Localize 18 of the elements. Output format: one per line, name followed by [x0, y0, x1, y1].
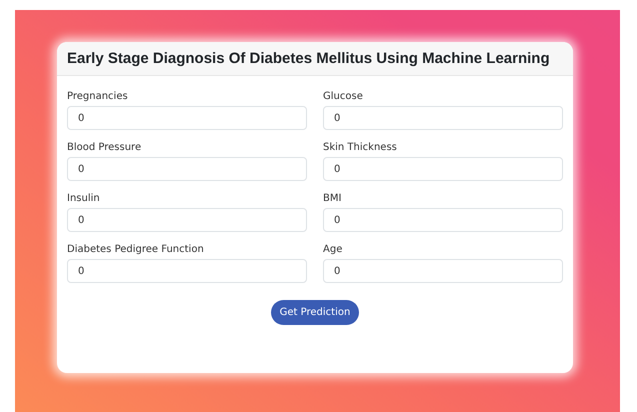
get-prediction-button[interactable]: Get Prediction	[270, 300, 360, 325]
input-field[interactable]: 0	[323, 208, 563, 232]
input-field[interactable]: 0	[323, 157, 563, 181]
card-title: Early Stage Diagnosis Of Diabetes Mellitus Using Machine Learning	[67, 50, 550, 67]
input-field[interactable]: 0	[67, 157, 307, 181]
field-label: Diabetes Pedigree Function	[67, 243, 205, 256]
field-label: Age	[323, 243, 344, 256]
input-field[interactable]: 0	[67, 259, 307, 283]
input-field[interactable]: 0	[67, 208, 307, 232]
field-label: Insulin	[67, 192, 101, 205]
input-field[interactable]: 0	[323, 106, 563, 130]
field-label: Glucose	[323, 90, 364, 103]
field-label: BMI	[323, 192, 342, 205]
field-label: Skin Thickness	[323, 141, 398, 154]
input-field[interactable]: 0	[323, 259, 563, 283]
field-label: Blood Pressure	[67, 141, 142, 154]
field-label: Pregnancies	[67, 90, 129, 103]
input-field[interactable]: 0	[67, 106, 307, 130]
